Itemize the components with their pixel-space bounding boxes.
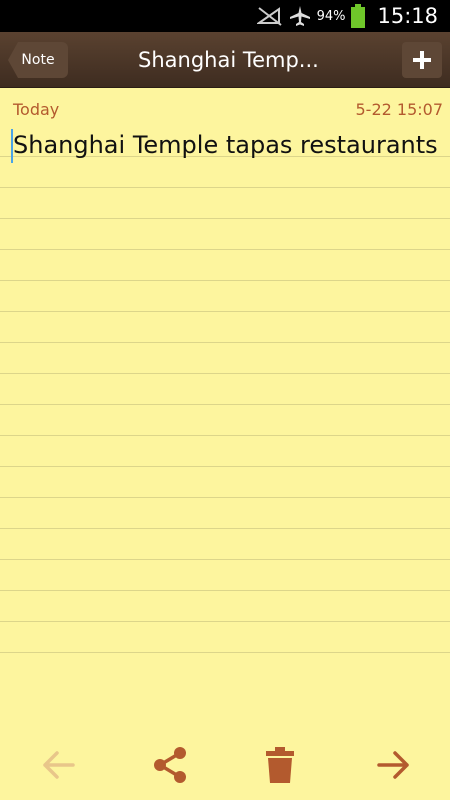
arrow-left-icon — [41, 750, 75, 780]
share-icon — [152, 746, 188, 784]
previous-note-button[interactable] — [38, 745, 78, 785]
note-text[interactable]: Shanghai Temple tapas restaurants — [13, 131, 438, 159]
note-editor[interactable] — [0, 126, 450, 666]
next-note-button[interactable] — [374, 745, 414, 785]
delete-note-button[interactable] — [260, 745, 300, 785]
note-meta: Today 5-22 15:07 — [0, 96, 450, 120]
airplane-mode-icon — [289, 5, 311, 27]
back-to-notes-button[interactable]: Note — [8, 42, 68, 78]
note-date-label: Today — [13, 100, 60, 119]
share-button[interactable] — [150, 745, 190, 785]
no-signal-icon — [256, 6, 283, 26]
note-timestamp: 5-22 15:07 — [355, 100, 443, 119]
status-icons: 94% 15:18 — [256, 0, 438, 32]
page-title: Shanghai Temp... — [138, 48, 319, 72]
status-clock: 15:18 — [377, 4, 438, 28]
arrow-right-icon — [377, 750, 411, 780]
bottom-toolbar — [0, 730, 450, 800]
add-note-button[interactable] — [402, 42, 442, 78]
battery-percentage: 94% — [316, 8, 346, 24]
action-bar: Note Shanghai Temp... — [0, 32, 450, 88]
status-bar: 94% 15:18 — [0, 0, 450, 32]
battery-icon — [351, 4, 366, 28]
plus-icon — [412, 50, 432, 70]
trash-icon — [265, 746, 295, 784]
